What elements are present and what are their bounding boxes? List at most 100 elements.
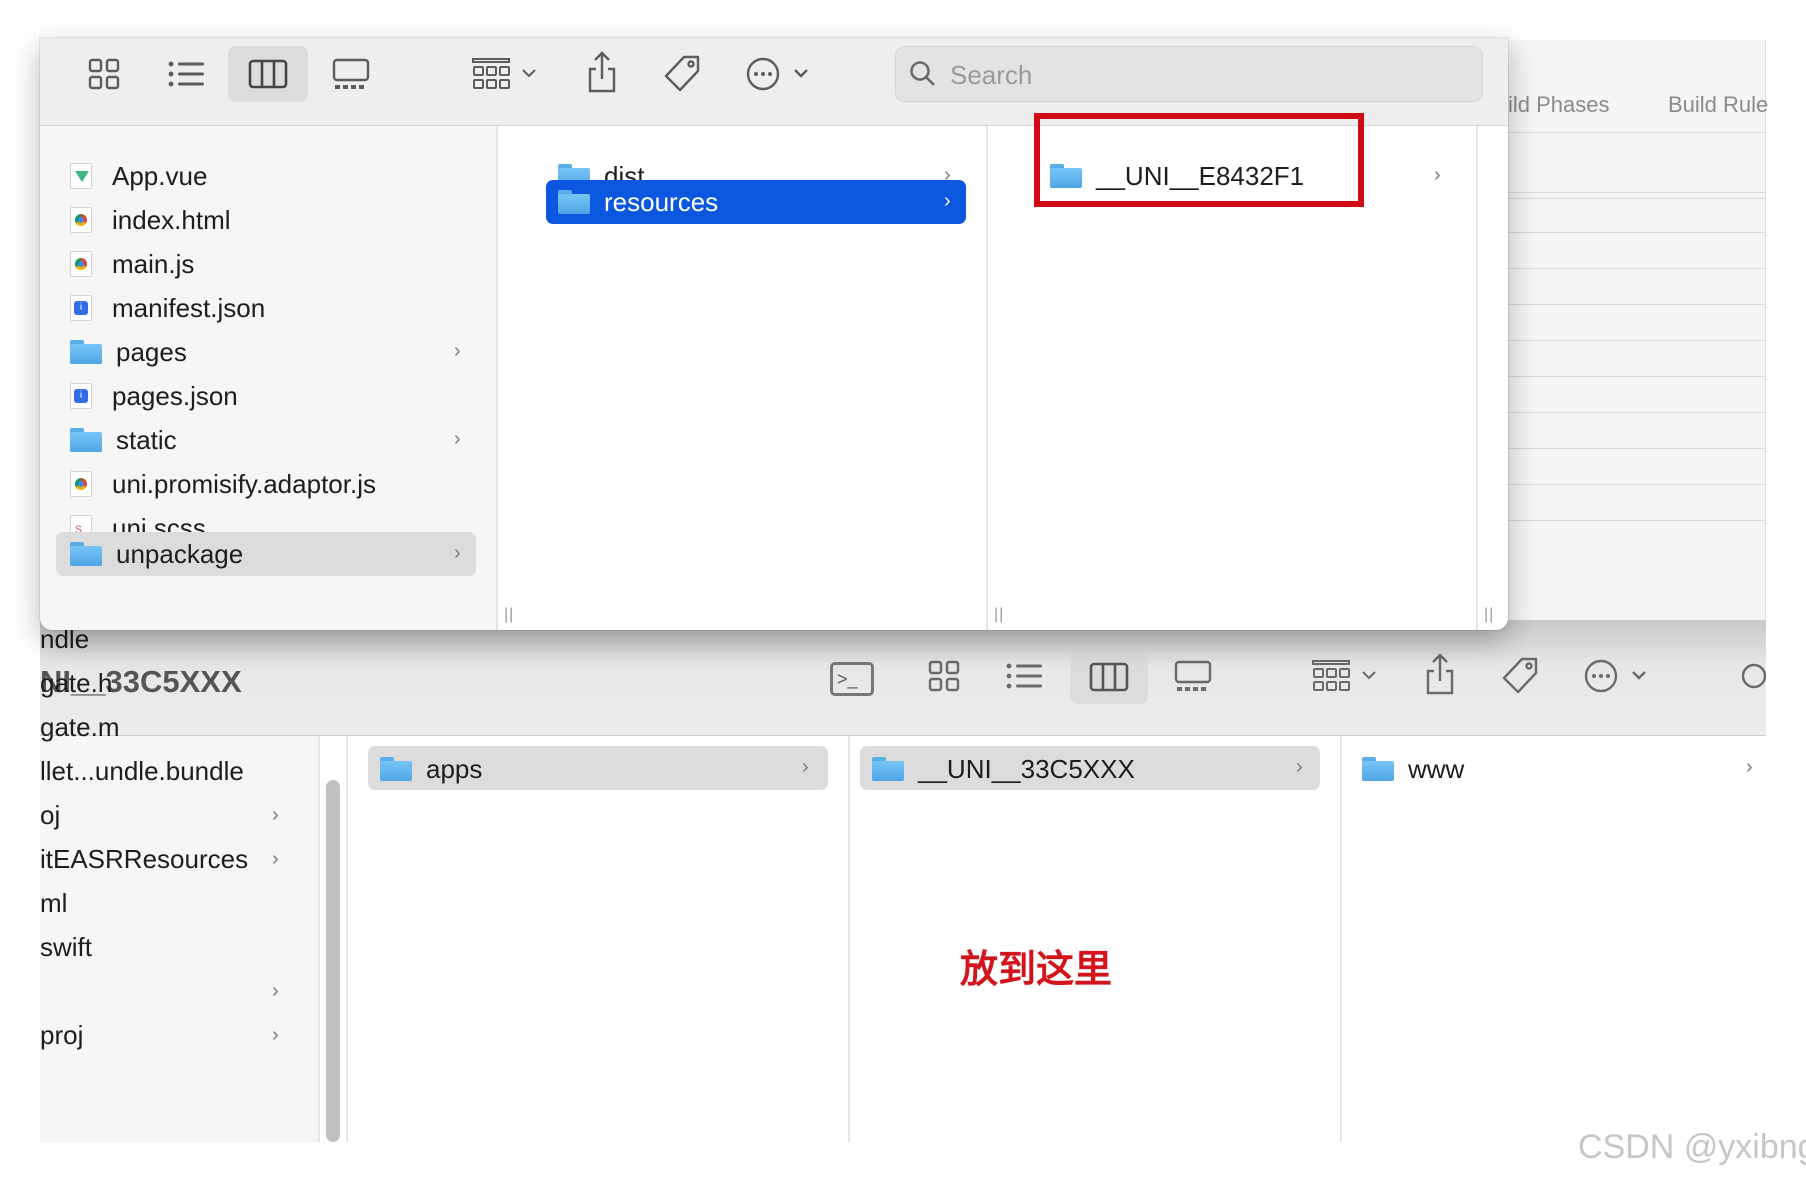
file-label: pages.json [112,380,238,411]
file-label: App.vue [112,160,208,191]
folder-icon [70,340,102,364]
json-file-icon: i [70,295,92,321]
list-item-label: ml [40,887,68,918]
search-field[interactable]: Search [895,46,1483,102]
gallery-view-button[interactable] [1168,654,1218,698]
annotation-label: 放到这里 [960,949,1113,991]
file-row-index-html[interactable]: index.html [70,199,231,241]
list-item[interactable]: gate.m [40,706,120,748]
folder-label: resources [604,186,719,217]
chrome-file-icon [70,207,92,233]
group-by-button[interactable] [468,52,540,96]
finder-window-bottom: NI__33C5XXX >_ ndle gate.h gate.m llet..… [40,620,1766,1142]
file-label: main.js [112,248,195,279]
search-icon [908,59,938,89]
column-resize-handle[interactable]: || [1484,606,1494,624]
list-item[interactable]: itEASRResources [40,838,248,880]
terminal-icon[interactable]: >_ [830,662,874,696]
group-by-button[interactable] [1308,654,1380,698]
chevron-right-icon: › [272,1024,279,1046]
folder-icon [70,542,102,566]
json-file-icon: i [70,383,92,409]
folder-label: www [1408,753,1465,784]
list-view-button[interactable] [1002,656,1046,696]
folder-row-pages[interactable]: pages [70,331,187,373]
vertical-scrollbar[interactable] [326,780,340,1142]
more-actions-button[interactable] [742,54,814,94]
tag-icon[interactable] [660,52,704,96]
list-item-label: itEASRResources [40,843,249,874]
list-item[interactable]: llet...undle.bundle [40,750,244,792]
chevron-right-icon: › [272,980,279,1002]
folder-icon [1362,757,1394,781]
list-item-label: swift [40,931,92,962]
folder-row-uni-33c5xxx[interactable]: __UNI__33C5XXX [872,748,1135,790]
list-item[interactable]: proj [40,1014,83,1056]
folder-label: pages [116,336,187,367]
list-item[interactable]: swift [40,926,92,968]
share-icon[interactable] [1420,650,1460,698]
folder-label: __UNI__33C5XXX [918,753,1135,784]
folder-icon [70,428,102,452]
gallery-view-button[interactable] [326,52,376,96]
folder-label: unpackage [116,538,244,569]
list-item[interactable]: oj [40,794,60,836]
vue-file-icon [70,163,92,189]
file-row-pages-json[interactable]: i pages.json [70,375,238,417]
tag-icon[interactable] [1498,654,1542,698]
file-row-manifest-json[interactable]: i manifest.json [70,287,265,329]
chevron-right-icon: › [272,848,279,870]
chevron-right-icon: › [1746,756,1753,778]
chevron-right-icon: › [454,340,461,362]
chevron-right-icon: › [944,190,951,212]
file-label: index.html [112,204,231,235]
folder-row-apps[interactable]: apps [380,748,482,790]
xcode-background-window: ild Phases Build Rule [1500,40,1768,640]
list-item-label: oj [40,799,61,830]
file-row-main-js[interactable]: main.js [70,243,194,285]
highlight-annotation-box [1034,113,1364,207]
list-item-label: gate.h [40,667,113,698]
chrome-file-icon [70,471,92,497]
list-item[interactable]: gate.h [40,662,112,704]
file-row-app-vue[interactable]: App.vue [70,155,207,197]
search-icon[interactable] [1740,660,1766,694]
tab-build-phases[interactable]: ild Phases [1508,92,1610,118]
column-resize-handle[interactable]: || [504,606,514,624]
folder-icon [380,757,412,781]
chevron-right-icon: › [454,542,461,564]
finder-toolbar-bottom: NI__33C5XXX >_ [40,620,1766,736]
column-view-button[interactable] [228,46,308,102]
chevron-right-icon: › [1434,164,1441,186]
column-resize-handle[interactable]: || [994,606,1004,624]
folder-icon [558,190,590,214]
icon-view-button[interactable] [924,656,964,696]
chevron-right-icon: › [802,756,809,778]
folder-icon [872,757,904,781]
column-view-button[interactable] [1070,650,1148,704]
icon-view-button[interactable] [84,54,124,94]
more-actions-button[interactable] [1580,656,1652,696]
folder-row-resources[interactable]: resources [558,181,718,223]
folder-label: apps [426,753,483,784]
list-item-label: proj [40,1019,84,1050]
chevron-right-icon: › [272,804,279,826]
chrome-file-icon [70,251,92,277]
folder-row-static[interactable]: static [70,419,177,461]
list-view-button[interactable] [164,54,208,94]
folder-label: static [116,424,177,455]
search-placeholder: Search [950,60,1033,90]
list-item-label: llet...undle.bundle [40,755,244,786]
file-label: uni.promisify.adaptor.js [112,468,376,499]
list-item[interactable]: ml [40,882,67,924]
tab-build-rules[interactable]: Build Rule [1668,92,1768,118]
list-item-label: gate.m [40,711,120,742]
file-row-uni-promisify-adaptor-js[interactable]: uni.promisify.adaptor.js [70,463,376,505]
chevron-right-icon: › [1296,756,1303,778]
screenshot-stage: ild Phases Build Rule NI__33C5XXX >_ ndl… [0,0,1806,1182]
file-label: manifest.json [112,292,266,323]
folder-row-unpackage[interactable]: unpackage [70,533,243,575]
chevron-right-icon: › [454,428,461,450]
share-icon[interactable] [582,48,622,96]
folder-row-www[interactable]: www [1362,748,1464,790]
